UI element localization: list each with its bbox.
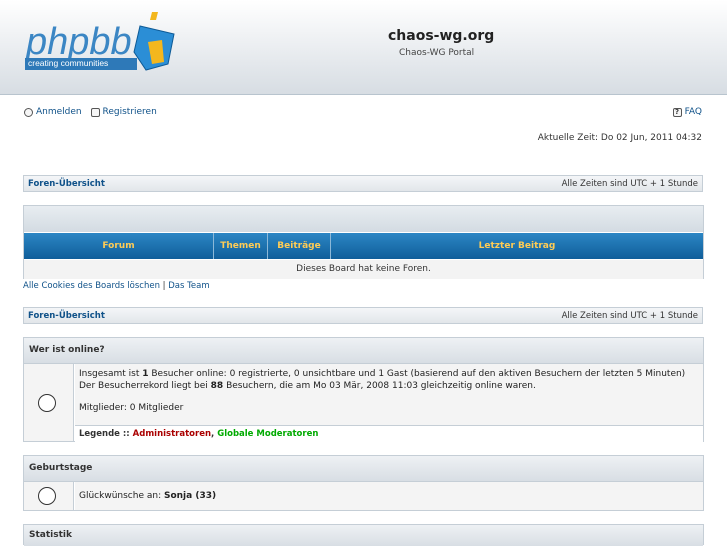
board-index-link[interactable]: Foren-Übersicht xyxy=(28,179,105,189)
logo-text: phpbb xyxy=(25,21,132,63)
online-stats: Insgesamt ist 1 Besucher online: 0 regis… xyxy=(75,364,703,425)
faq-link[interactable]: ? FAQ xyxy=(672,107,702,117)
timezone-info: Alle Zeiten sind UTC + 1 Stunde xyxy=(561,179,698,189)
site-title: chaos-wg.org xyxy=(388,28,495,44)
online-line-1: Insgesamt ist 1 Besucher online: 0 regis… xyxy=(79,368,703,380)
register-icon xyxy=(90,107,100,117)
online-icon-cell xyxy=(24,364,74,441)
birthdays-panel: Geburtstage Glückwünsche an: Sonja (33) xyxy=(23,455,704,511)
who-is-online-title[interactable]: Wer ist online? xyxy=(24,338,703,364)
team-link[interactable]: Das Team xyxy=(168,281,209,291)
phpbb-logo[interactable]: phpbb phpbb creating communities xyxy=(22,12,182,82)
register-link[interactable]: Registrieren xyxy=(90,107,157,117)
column-last-post: Letzter Beitrag xyxy=(478,241,556,251)
site-description: Chaos-WG Portal xyxy=(399,48,475,58)
delete-cookies-link[interactable]: Alle Cookies des Boards löschen xyxy=(23,281,160,291)
birthday-icon xyxy=(38,487,56,505)
record-count: 88 xyxy=(210,381,224,391)
forum-table-header: Forum Themen Beiträge Letzter Beitrag xyxy=(24,233,703,259)
register-label[interactable]: Registrieren xyxy=(103,107,157,117)
legend-label: Legende :: xyxy=(79,429,133,439)
no-forums-message: Dieses Board hat keine Foren. xyxy=(24,260,703,279)
birthday-text: Glückwünsche an: xyxy=(79,491,164,501)
birthdays-title: Geburtstage xyxy=(24,456,703,482)
breadcrumb-top: Foren-Übersicht Alle Zeiten sind UTC + 1… xyxy=(23,175,703,192)
logo-tagline: creating communities xyxy=(28,58,109,68)
record-text-rest: Besuchern, die am Mo 03 Mär, 2008 11:03 … xyxy=(223,381,536,391)
site-header: phpbb phpbb creating communities chaos-w… xyxy=(0,0,727,95)
who-is-online-panel: Wer ist online? Insgesamt ist 1 Besucher… xyxy=(23,337,704,442)
board-index-link-bottom[interactable]: Foren-Übersicht xyxy=(28,311,105,321)
record-text: Der Besucherrekord liegt bei xyxy=(79,381,211,391)
timezone-info-bottom: Alle Zeiten sind UTC + 1 Stunde xyxy=(561,311,698,321)
members-online: Mitglieder: 0 Mitglieder xyxy=(79,403,184,413)
login-link[interactable]: Anmelden xyxy=(24,107,82,117)
statistics-panel: Statistik xyxy=(23,524,704,546)
legend-administrators[interactable]: Administratoren xyxy=(133,429,211,439)
current-time: Aktuelle Zeit: Do 02 Jun, 2011 04:32 xyxy=(537,133,702,143)
board-links: Alle Cookies des Boards löschen | Das Te… xyxy=(23,281,210,291)
column-forum: Forum xyxy=(24,233,214,259)
users-online-icon xyxy=(38,394,56,412)
forum-table: Forum Themen Beiträge Letzter Beitrag Di… xyxy=(23,205,704,279)
statistics-title: Statistik xyxy=(24,525,703,546)
online-text-rest: Besucher online: 0 registrierte, 0 unsic… xyxy=(148,369,686,379)
login-icon xyxy=(24,107,33,117)
column-topics: Themen xyxy=(214,233,268,259)
group-legend: Legende :: Administratoren, Globale Mode… xyxy=(75,425,703,442)
column-posts: Beiträge xyxy=(268,233,331,259)
legend-global-moderators[interactable]: Globale Moderatoren xyxy=(217,429,318,439)
help-icon: ? xyxy=(672,107,682,117)
breadcrumb-bottom: Foren-Übersicht Alle Zeiten sind UTC + 1… xyxy=(23,307,703,324)
forum-table-caption xyxy=(24,206,703,232)
login-label[interactable]: Anmelden xyxy=(36,107,82,117)
user-links: Anmelden Registrieren xyxy=(24,107,163,120)
online-line-2: Der Besucherrekord liegt bei 88 Besucher… xyxy=(79,380,703,392)
birthdays-list: Glückwünsche an: Sonja (33) xyxy=(75,482,703,510)
faq-label[interactable]: FAQ xyxy=(685,107,702,117)
online-text: Insgesamt ist xyxy=(79,369,143,379)
birthday-user[interactable]: Sonja (33) xyxy=(164,491,216,501)
birthday-icon-cell xyxy=(24,482,74,510)
